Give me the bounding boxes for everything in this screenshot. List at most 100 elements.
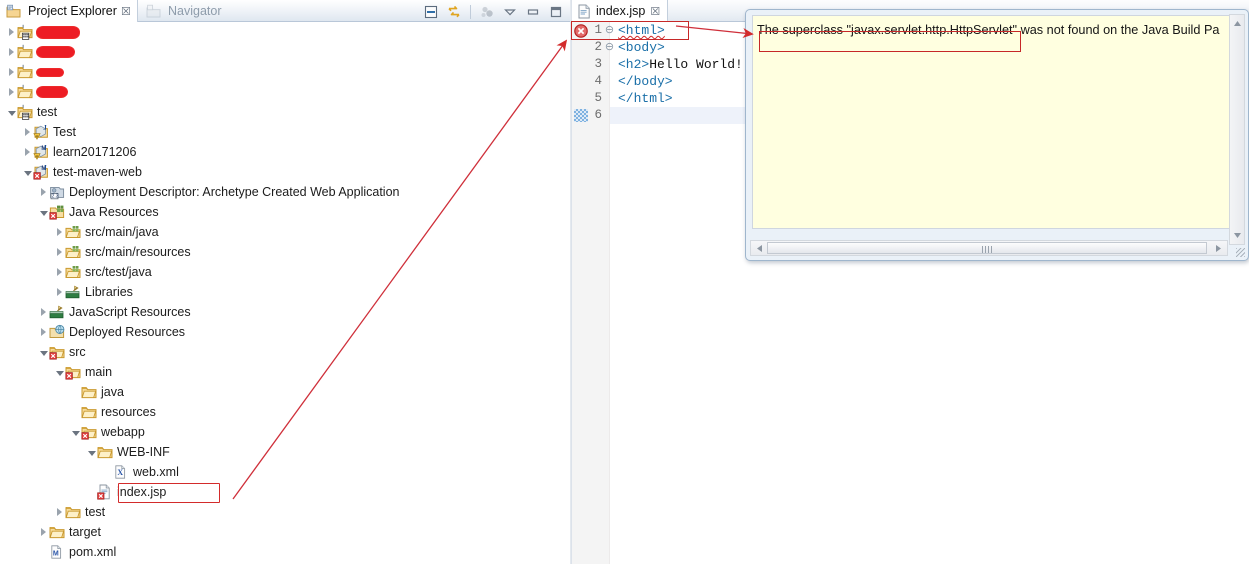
tree-item-learn20171206[interactable]: M Jlearn20171206 [0,142,569,162]
chevron-right-icon[interactable] [54,507,65,518]
tree-item-label: src/main/java [85,225,159,239]
tree-item-src[interactable]: src [0,342,569,362]
chevron-right-icon[interactable] [38,527,49,538]
tree-item-libraries[interactable]: Libraries [0,282,569,302]
line-number: 6 [594,108,602,122]
tree-item-target[interactable]: target [0,522,569,542]
chevron-down-icon[interactable] [70,427,81,438]
chevron-down-icon[interactable] [38,347,49,358]
java-resources-err-icon [49,204,66,220]
tree-item-test-maven-web[interactable]: M Jtest-maven-web [0,162,569,182]
chevron-right-icon[interactable] [6,27,17,38]
tree-item-resources[interactable]: resources [0,402,569,422]
chevron-right-icon[interactable] [38,307,49,318]
tooltip-message: The superclass "javax.servlet.http.HttpS… [757,23,1220,37]
code-text: </body> [618,74,673,89]
svg-text:M: M [53,550,59,557]
tree-item-test[interactable]: test [0,502,569,522]
tree-item-javascript-resources[interactable]: JavaScript Resources [0,302,569,322]
navigator-icon [146,4,161,19]
view-menu-icon[interactable] [500,3,520,21]
tree-item-index-jsp[interactable]: index.jsp [0,482,569,502]
tree-item-webapp[interactable]: webapp [0,422,569,442]
maven-project-warn-icon: MJ [33,144,50,160]
resize-handle[interactable] [1236,248,1245,257]
chevron-down-icon[interactable] [54,367,65,378]
chevron-down-icon[interactable] [6,107,17,118]
chevron-right-icon[interactable] [38,327,49,338]
tree-item-deployed-resources[interactable]: Deployed Resources [0,322,569,342]
chevron-right-icon[interactable] [6,87,17,98]
tree-item-test[interactable]: test [0,102,569,122]
tooltip-vertical-scrollbar[interactable] [1229,14,1245,245]
source-folder-icon [65,224,82,240]
line-number: 3 [594,57,602,71]
scrollbar-grip [982,246,992,253]
tree-item-test[interactable]: J Test [0,122,569,142]
tab-project-explorer[interactable]: Project Explorer ☒ [0,0,138,22]
chevron-right-icon[interactable] [38,187,49,198]
maximize-icon[interactable] [546,3,566,21]
tree-item-src-main-java[interactable]: src/main/java [0,222,569,242]
tree-item-java-resources[interactable]: Java Resources [0,202,569,222]
folder-err-icon [49,344,66,360]
project-folder-icon [17,64,34,80]
tree-item-src-test-java[interactable]: src/test/java [0,262,569,282]
tree-item-label: java [101,385,124,399]
tree-item-java[interactable]: java [0,382,569,402]
focus-on-active-task-icon[interactable] [477,3,497,21]
tree-item-label: JavaScript Resources [69,305,191,319]
tree-item-web-xml[interactable]: Xweb.xml [0,462,569,482]
scroll-left-icon[interactable] [752,241,767,255]
minimize-icon[interactable] [523,3,543,21]
folder-icon [49,524,66,540]
close-icon[interactable]: ☒ [121,5,131,18]
scroll-up-icon[interactable] [1230,16,1244,31]
line-number: 5 [594,91,602,105]
fold-toggle-icon[interactable]: ⊖ [604,22,615,39]
project-tree[interactable]: test J Test M Jlearn20171206 M Jtest-maven-web… [0,22,569,564]
scroll-right-icon[interactable] [1211,241,1226,255]
twisty-placeholder [70,407,81,418]
tab-navigator[interactable]: Navigator [140,0,228,22]
twisty-placeholder [38,547,49,558]
source-folder-icon [65,244,82,260]
chevron-right-icon[interactable] [6,67,17,78]
folder-err-icon [65,364,82,380]
view-tab-bar: Project Explorer ☒ Navigator [0,0,570,22]
tab-index-jsp[interactable]: index.jsp ☒ [572,0,669,22]
tree-item-web-inf[interactable]: WEB-INF [0,442,569,462]
tree-item-pom-xml[interactable]: Mpom.xml [0,542,569,562]
chevron-right-icon[interactable] [22,127,33,138]
chevron-right-icon[interactable] [54,287,65,298]
scroll-down-icon[interactable] [1230,228,1244,243]
chevron-right-icon[interactable] [54,247,65,258]
chevron-right-icon[interactable] [22,147,33,158]
close-icon[interactable]: ☒ [650,5,660,18]
chevron-down-icon[interactable] [22,167,33,178]
chevron-down-icon[interactable] [38,207,49,218]
tree-item-main[interactable]: main [0,362,569,382]
tooltip-horizontal-scrollbar[interactable] [750,240,1228,256]
chevron-right-icon[interactable] [54,267,65,278]
chevron-right-icon[interactable] [6,47,17,58]
scrollbar-thumb[interactable] [767,242,1207,254]
tree-item-label: web.xml [133,465,179,479]
tooltip-content-area: The superclass "javax.servlet.http.HttpS… [752,15,1230,229]
tree-item-redacted[interactable] [0,82,569,102]
chevron-down-icon[interactable] [86,447,97,458]
fold-toggle-icon[interactable]: ⊖ [604,39,615,56]
tree-item-deployment-descriptor-archetype-created-web-application[interactable]: 2.3 Deployment Descriptor: Archetype Crea… [0,182,569,202]
tree-item-label: Test [53,125,76,139]
tree-item-label: test [85,505,106,519]
chevron-right-icon[interactable] [54,227,65,238]
link-with-editor-icon[interactable] [444,3,464,21]
tree-item-src-main-resources[interactable]: src/main/resources [0,242,569,262]
error-hover-tooltip: The superclass "javax.servlet.http.HttpS… [745,9,1249,261]
redacted-label [37,47,74,57]
tree-item-label: learn20171206 [53,145,137,159]
tree-item-redacted[interactable] [0,22,569,42]
tree-item-redacted[interactable] [0,42,569,62]
collapse-all-icon[interactable] [421,3,441,21]
tree-item-redacted[interactable] [0,62,569,82]
